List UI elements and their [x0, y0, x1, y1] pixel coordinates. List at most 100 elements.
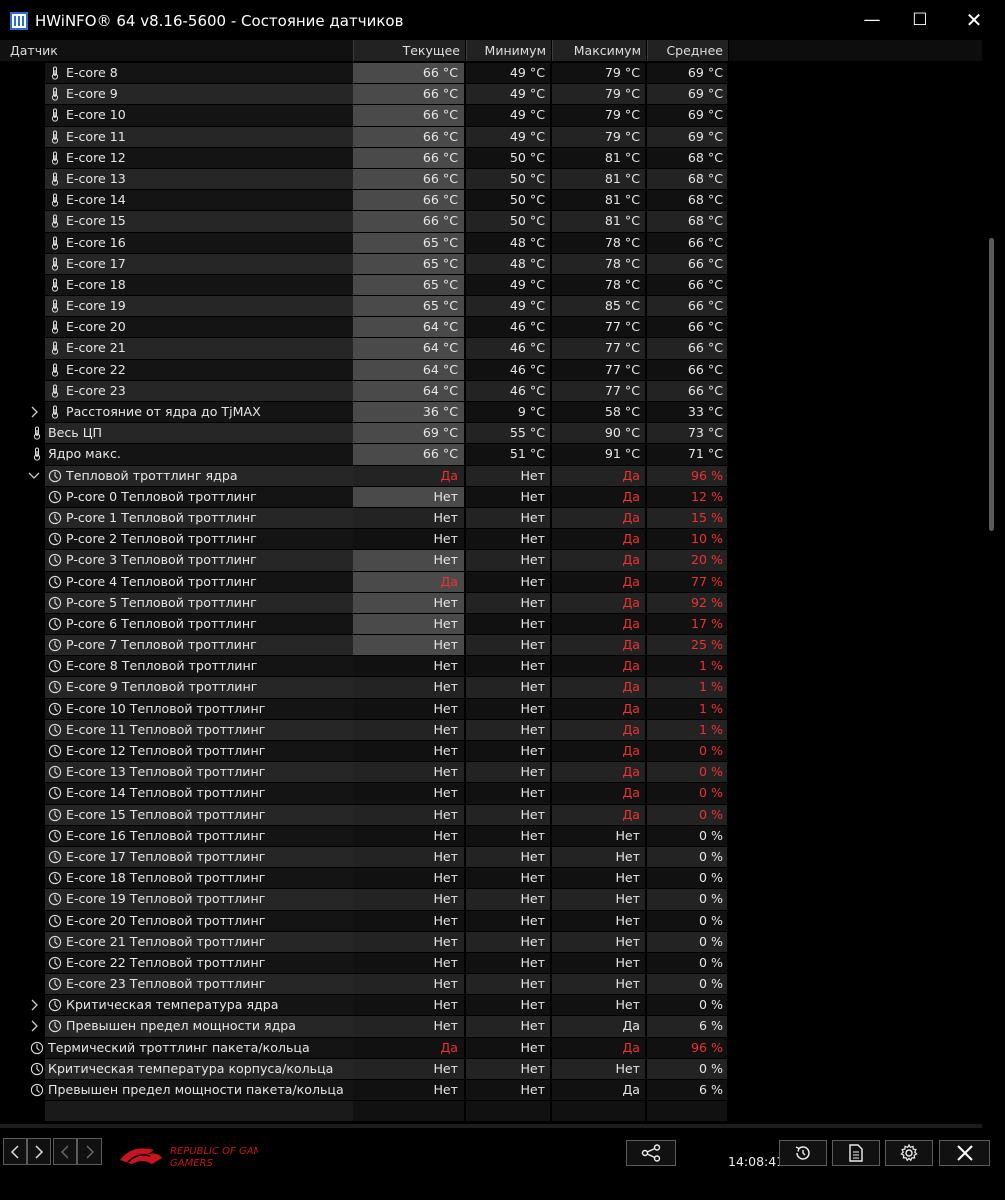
column-max[interactable]: Максимум	[552, 40, 646, 61]
sensor-row[interactable]: Ядро макс. 66 °C 51 °C 91 °C 71 °C	[0, 444, 982, 465]
sensor-row[interactable]: E-core 10 66 °C 49 °C 79 °C 69 °C	[0, 105, 982, 126]
share-button[interactable]	[626, 1140, 676, 1166]
value-max: 79 °C	[552, 105, 645, 126]
sensor-row[interactable]: Расстояние от ядра до TjMAX 36 °C 9 °C 58 °…	[0, 402, 982, 423]
value-cur: Нет	[353, 1080, 464, 1101]
sensor-row[interactable]: E-core 13 Тепловой троттлинг Нет Нет Да 0 %	[0, 762, 982, 783]
sensor-row[interactable]: Превышен предел мощности ядра Нет Нет Да 6 %	[0, 1016, 982, 1037]
clock-icon	[48, 935, 62, 949]
sensor-row[interactable]: P-core 0 Тепловой троттлинг Нет Нет Да 12 %	[0, 486, 982, 508]
column-current[interactable]: Текущее	[353, 40, 465, 61]
column-min[interactable]: Минимум	[466, 40, 551, 61]
sensor-row[interactable]: E-core 12 Тепловой троттлинг Нет Нет Да 0 %	[0, 741, 982, 762]
sensor-row[interactable]: E-core 23 64 °C 46 °C 77 °C 66 °C	[0, 380, 982, 402]
value-avg: 69 °C	[647, 63, 727, 84]
thermometer-icon	[30, 447, 44, 461]
value-avg: 33 °C	[647, 402, 727, 423]
chevron-right-icon[interactable]	[28, 995, 40, 1015]
sensor-row[interactable]: P-core 3 Тепловой троттлинг Нет Нет Да 20 %	[0, 550, 982, 571]
sensor-row[interactable]: E-core 18 65 °C 49 °C 78 °C 66 °C	[0, 274, 982, 296]
sensor-row[interactable]: Превышен предел мощности пакета/кольца Не…	[0, 1080, 982, 1101]
sensor-row[interactable]: E-core 20 64 °C 46 °C 77 °C 66 °C	[0, 317, 982, 338]
exit-button[interactable]	[939, 1140, 990, 1166]
sensor-row[interactable]: E-core 9 66 °C 49 °C 79 °C 69 °C	[0, 84, 982, 105]
value-max: Да	[552, 635, 645, 656]
nav-right-icon[interactable]	[27, 1138, 51, 1165]
report-button[interactable]	[832, 1140, 880, 1166]
sensor-label: E-core 15 Тепловой троттлинг	[66, 806, 266, 822]
sensor-row[interactable]: E-core 17 Тепловой троттлинг Нет Нет Нет 0 %	[0, 846, 982, 868]
sensor-row[interactable]: E-core 14 66 °C 50 °C 81 °C 68 °C	[0, 190, 982, 211]
sensor-row[interactable]: Критическая температура корпуса/кольца Не…	[0, 1058, 982, 1080]
share-icon	[641, 1144, 661, 1162]
sensor-row[interactable]: Тепловой троттлинг ядра Да Нет Да 96 %	[0, 465, 982, 487]
sensor-row[interactable]: E-core 19 65 °C 49 °C 85 °C 66 °C	[0, 296, 982, 317]
sensor-row[interactable]: E-core 12 66 °C 50 °C 81 °C 68 °C	[0, 147, 982, 169]
sensor-label: E-core 20	[66, 319, 126, 335]
sensor-label: P-core 6 Тепловой троттлинг	[66, 615, 257, 631]
sensor-name-cell: Термический троттлинг пакета/кольца	[0, 1037, 353, 1058]
value-max: Да	[552, 486, 645, 507]
value-avg: 0 %	[647, 825, 727, 846]
sensor-row[interactable]: E-core 21 Тепловой троттлинг Нет Нет Нет 0 %	[0, 931, 982, 953]
sensor-label: P-core 5 Тепловой троттлинг	[66, 594, 257, 610]
sensor-row[interactable]: E-core 13 66 °C 50 °C 81 °C 68 °C	[0, 168, 982, 190]
reset-button[interactable]	[779, 1140, 827, 1166]
sensor-row[interactable]: E-core 19 Тепловой троттлинг Нет Нет Нет 0 %	[0, 889, 982, 910]
maximize-icon[interactable]: ☐	[896, 0, 944, 40]
sensor-row[interactable]: E-core 14 Тепловой троттлинг Нет Нет Да 0 %	[0, 783, 982, 804]
sensor-row[interactable]: E-core 15 Тепловой троттлинг Нет Нет Да 0 %	[0, 804, 982, 826]
sensor-row[interactable]: E-core 10 Тепловой троттлинг Нет Нет Да 1 %	[0, 698, 982, 720]
value-cur: 65 °C	[353, 253, 464, 274]
sensor-row[interactable]: E-core 22 64 °C 46 °C 77 °C 66 °C	[0, 359, 982, 381]
sensor-row[interactable]: E-core 20 Тепловой троттлинг Нет Нет Нет 0 %	[0, 910, 982, 932]
sensor-row[interactable]: P-core 5 Тепловой троттлинг Нет Нет Да 92 %	[0, 592, 982, 614]
scrollbar[interactable]	[982, 40, 1005, 1128]
sensor-row[interactable]: Термический троттлинг пакета/кольца Да Нет…	[0, 1037, 982, 1059]
sensor-name-cell: Критическая температура корпуса/кольца	[0, 1058, 353, 1079]
sensor-label: E-core 8	[66, 65, 118, 80]
clock-icon	[48, 914, 62, 928]
chevron-down-icon[interactable]	[28, 466, 40, 486]
value-cur: 66 °C	[353, 190, 464, 211]
sensor-row[interactable]: E-core 21 64 °C 46 °C 77 °C 66 °C	[0, 338, 982, 359]
chevron-right-icon[interactable]	[28, 402, 40, 422]
value-cur: Нет	[353, 804, 464, 825]
value-cur: Нет	[353, 825, 464, 846]
sensor-row[interactable]: P-core 1 Тепловой троттлинг Нет Нет Да 15 %	[0, 507, 982, 529]
settings-button[interactable]	[885, 1140, 933, 1166]
column-sensor[interactable]: Датчик	[0, 40, 353, 61]
sensor-row[interactable]: E-core 15 66 °C 50 °C 81 °C 68 °C	[0, 211, 982, 232]
sensor-row[interactable]: E-core 16 Тепловой троттлинг Нет Нет Нет 0 %	[0, 825, 982, 847]
value-avg: 0 %	[647, 741, 727, 762]
sensor-row[interactable]: E-core 8 Тепловой троттлинг Нет Нет Да 1 %	[0, 656, 982, 677]
sensor-row[interactable]: E-core 23 Тепловой троттлинг Нет Нет Нет 0 %	[0, 974, 982, 995]
sensor-row[interactable]: E-core 22 Тепловой троттлинг Нет Нет Нет 0 %	[0, 952, 982, 974]
empty-row	[0, 1101, 982, 1122]
value-max: Да	[552, 507, 645, 529]
sensor-row[interactable]: Весь ЦП 69 °C 55 °C 90 °C 73 °C	[0, 423, 982, 444]
sensor-row[interactable]: E-core 11 66 °C 49 °C 79 °C 69 °C	[0, 126, 982, 148]
sensor-row[interactable]: E-core 8 66 °C 49 °C 79 °C 69 °C	[0, 63, 982, 84]
scrollbar-thumb[interactable]	[989, 238, 994, 531]
sensor-row[interactable]: E-core 17 65 °C 48 °C 78 °C 66 °C	[0, 253, 982, 275]
sensor-row[interactable]: E-core 11 Тепловой троттлинг Нет Нет Да 1 %	[0, 719, 982, 741]
clock-icon	[48, 723, 62, 737]
sensor-row[interactable]: Критическая температура ядра Нет Нет Нет 0 %	[0, 995, 982, 1016]
value-avg: 0 %	[647, 762, 727, 783]
sensor-row[interactable]: E-core 9 Тепловой троттлинг Нет Нет Да 1 %	[0, 677, 982, 698]
close-icon[interactable]: ✕	[950, 0, 998, 40]
nav-collapse-left-icon[interactable]	[53, 1138, 77, 1165]
column-avg[interactable]: Среднее	[647, 40, 728, 61]
chevron-right-icon[interactable]	[28, 1016, 40, 1036]
sensor-row[interactable]: E-core 16 65 °C 48 °C 78 °C 66 °C	[0, 232, 982, 254]
nav-collapse-right-icon[interactable]	[77, 1138, 102, 1165]
sensor-row[interactable]: E-core 18 Тепловой троттлинг Нет Нет Нет 0 %	[0, 868, 982, 889]
sensor-row[interactable]: P-core 2 Тепловой троттлинг Нет Нет Да 10 %	[0, 529, 982, 550]
value-max: 78 °C	[552, 274, 645, 296]
sensor-row[interactable]: P-core 6 Тепловой троттлинг Нет Нет Да 17 %	[0, 613, 982, 635]
nav-left-icon[interactable]	[3, 1138, 27, 1165]
minimize-icon[interactable]: —	[848, 0, 896, 40]
sensor-row[interactable]: P-core 4 Тепловой троттлинг Да Нет Да 77 %	[0, 571, 982, 593]
sensor-row[interactable]: P-core 7 Тепловой троттлинг Нет Нет Да 25 %	[0, 635, 982, 656]
